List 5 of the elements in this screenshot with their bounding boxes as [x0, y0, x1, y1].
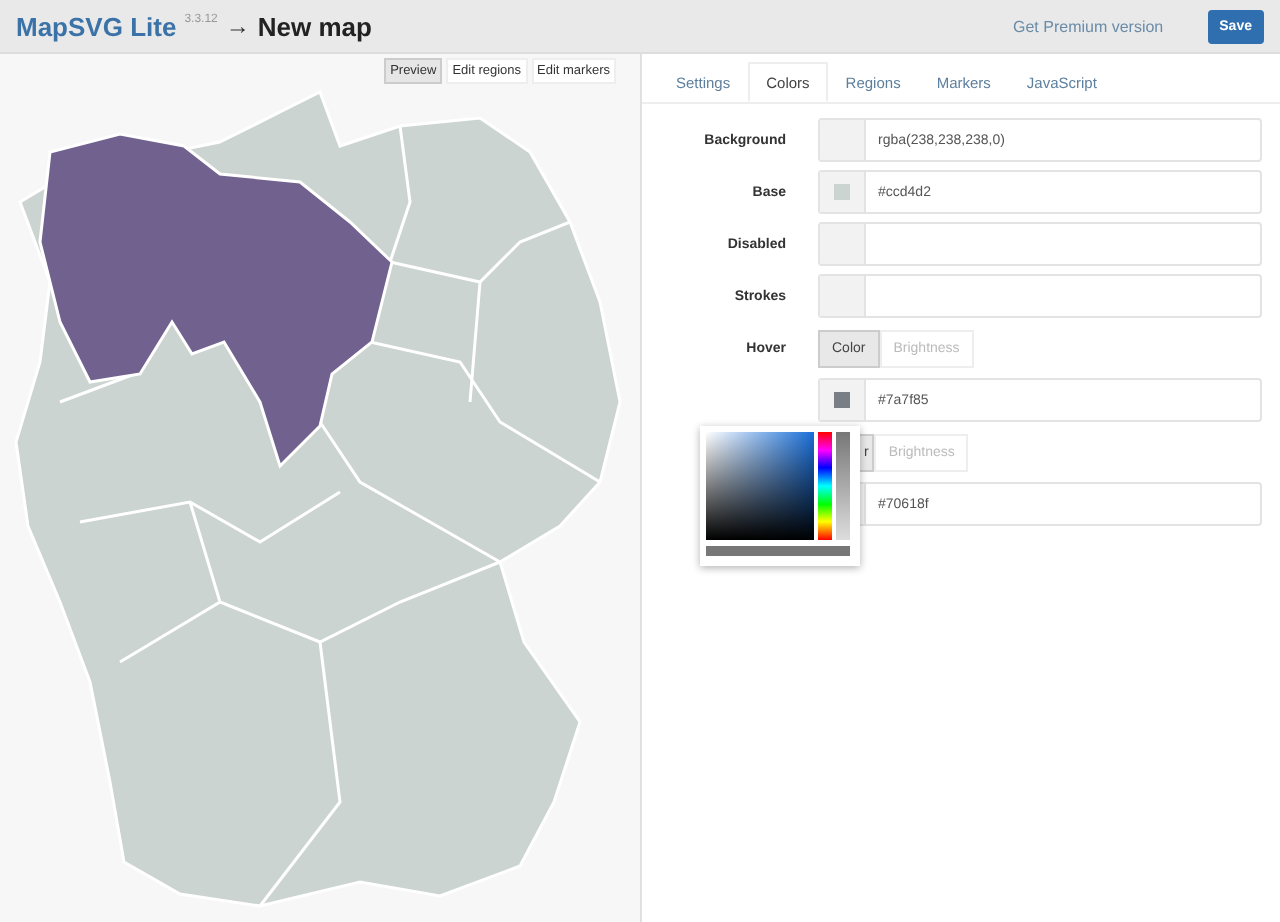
arrow-text: → — [225, 12, 250, 40]
app-title: MapSVG Lite — [16, 11, 177, 41]
color-field[interactable] — [818, 274, 1262, 318]
map-title: New map — [257, 11, 372, 41]
color-field[interactable] — [818, 222, 1262, 266]
